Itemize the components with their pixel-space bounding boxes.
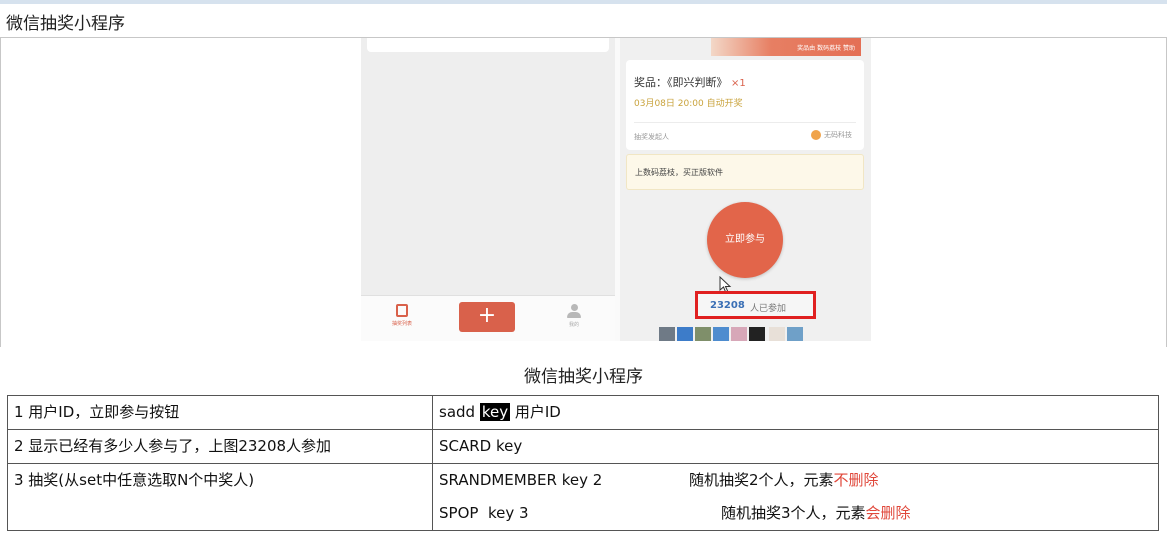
list-card	[367, 38, 609, 52]
prize-line: 奖品：《即兴判断》 ×1	[634, 74, 746, 90]
top-border	[0, 0, 1167, 4]
figure-caption: 微信抽奖小程序	[524, 367, 643, 387]
command-text: SPOP key 3	[439, 504, 529, 522]
user-icon-head	[570, 304, 578, 311]
tab-lottery-list-label: 抽奖列表	[391, 321, 412, 327]
sponsor-banner: 奖品由 数码荔枝 赞助	[711, 38, 861, 56]
table-row: 3 抽奖(从set中任意选取N个中奖人) SRANDMEMBER key 2 随…	[7, 463, 1159, 531]
table-cell: 1 用户ID，立即参与按钮	[7, 395, 433, 430]
lottery-detail-screenshot: 奖品由 数码荔枝 赞助 奖品：《即兴判断》 ×1 03月08日 20:00 自动…	[620, 38, 871, 341]
table-cell: sadd key 用户ID	[432, 395, 1159, 430]
participant-label: 人已参加	[750, 304, 787, 314]
tab-lottery-list: 抽奖列表	[387, 304, 417, 327]
command-line: SPOP key 3 随机抽奖3个人，元素会删除	[439, 497, 1152, 530]
user-icon	[567, 312, 581, 318]
lottery-list-screenshot: 抽奖列表 + 我的	[361, 38, 615, 341]
description-text: 随机抽奖3个人，元素	[721, 504, 866, 522]
table-cell: 3 抽奖(从set中任意选取N个中奖人)	[7, 463, 433, 531]
banner-text: 奖品由 数码荔枝 赞助	[797, 45, 855, 52]
avatar	[787, 327, 803, 341]
sponsor: 无码科技	[811, 130, 852, 140]
command-text: sadd	[439, 403, 480, 421]
command-text: 用户ID	[510, 403, 561, 421]
command-description: 随机抽奖2个人，元素不删除	[689, 464, 879, 497]
list-icon	[396, 304, 408, 317]
initiator-label: 抽奖发起人	[634, 133, 669, 141]
participant-count: 23208	[710, 300, 745, 311]
avatar	[713, 327, 729, 341]
card-divider	[634, 122, 856, 123]
command-description: 随机抽奖3个人，元素会删除	[721, 497, 911, 530]
prize-card: 奖品：《即兴判断》 ×1 03月08日 20:00 自动开奖 抽奖发起人 无码科…	[626, 60, 864, 150]
command-line: SRANDMEMBER key 2 随机抽奖2个人，元素不删除	[439, 464, 1152, 497]
avatar	[695, 327, 711, 341]
bottom-tab-bar: 抽奖列表 + 我的	[361, 295, 615, 341]
avatar	[769, 327, 785, 341]
left-border	[0, 37, 1, 347]
tab-me: 我的	[559, 304, 589, 328]
table-cell: SRANDMEMBER key 2 随机抽奖2个人，元素不删除 SPOP key…	[432, 463, 1159, 531]
avatar	[659, 327, 675, 341]
participant-count-box: 23208 人已参加	[695, 291, 816, 319]
table-cell: 2 显示已经有多少人参与了，上图23208人参加	[7, 429, 433, 464]
notice-box: 上数码荔枝，买正版软件	[626, 154, 864, 190]
description-text: 随机抽奖2个人，元素	[689, 471, 834, 489]
sponsor-logo-icon	[811, 130, 821, 140]
description-warning: 会删除	[865, 504, 911, 522]
draw-time: 03月08日 20:00 自动开奖	[634, 99, 743, 109]
add-lottery-button: +	[459, 302, 515, 332]
description-warning: 不删除	[833, 471, 879, 489]
document-title: 微信抽奖小程序	[6, 14, 125, 34]
tab-me-label: 我的	[568, 322, 579, 328]
sponsor-name: 无码科技	[824, 131, 852, 139]
notice-text: 上数码荔枝，买正版软件	[635, 168, 723, 177]
avatar	[731, 327, 747, 341]
prize-multiplier: ×1	[731, 78, 746, 89]
prize-name: 奖品：《即兴判断》	[634, 76, 728, 89]
selected-key-text: key	[479, 403, 511, 421]
avatar	[677, 327, 693, 341]
avatar	[749, 327, 765, 341]
table-cell: SCARD key	[432, 429, 1159, 464]
command-text: SRANDMEMBER key 2	[439, 471, 603, 489]
join-now-button: 立即参与	[707, 202, 783, 278]
table-row: 2 显示已经有多少人参与了，上图23208人参加 SCARD key	[7, 429, 1159, 464]
table-row: 1 用户ID，立即参与按钮 sadd key 用户ID	[7, 395, 1159, 430]
redis-command-table: 1 用户ID，立即参与按钮 sadd key 用户ID 2 显示已经有多少人参与…	[7, 395, 1159, 531]
